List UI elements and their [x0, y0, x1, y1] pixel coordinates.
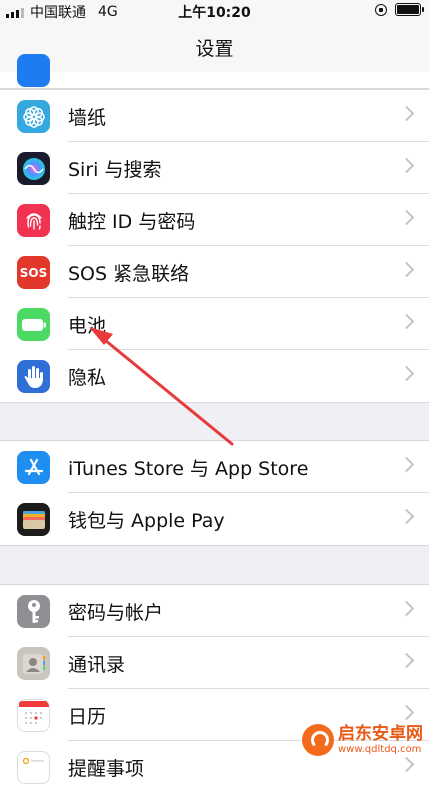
watermark-logo-icon	[302, 724, 334, 756]
watermark-url: www.qdltdq.com	[338, 743, 422, 755]
annotation-arrow	[89, 327, 234, 446]
watermark-name: 启东安卓网	[338, 723, 423, 744]
watermark: 启东安卓网 www.qdltdq.com	[302, 724, 423, 756]
